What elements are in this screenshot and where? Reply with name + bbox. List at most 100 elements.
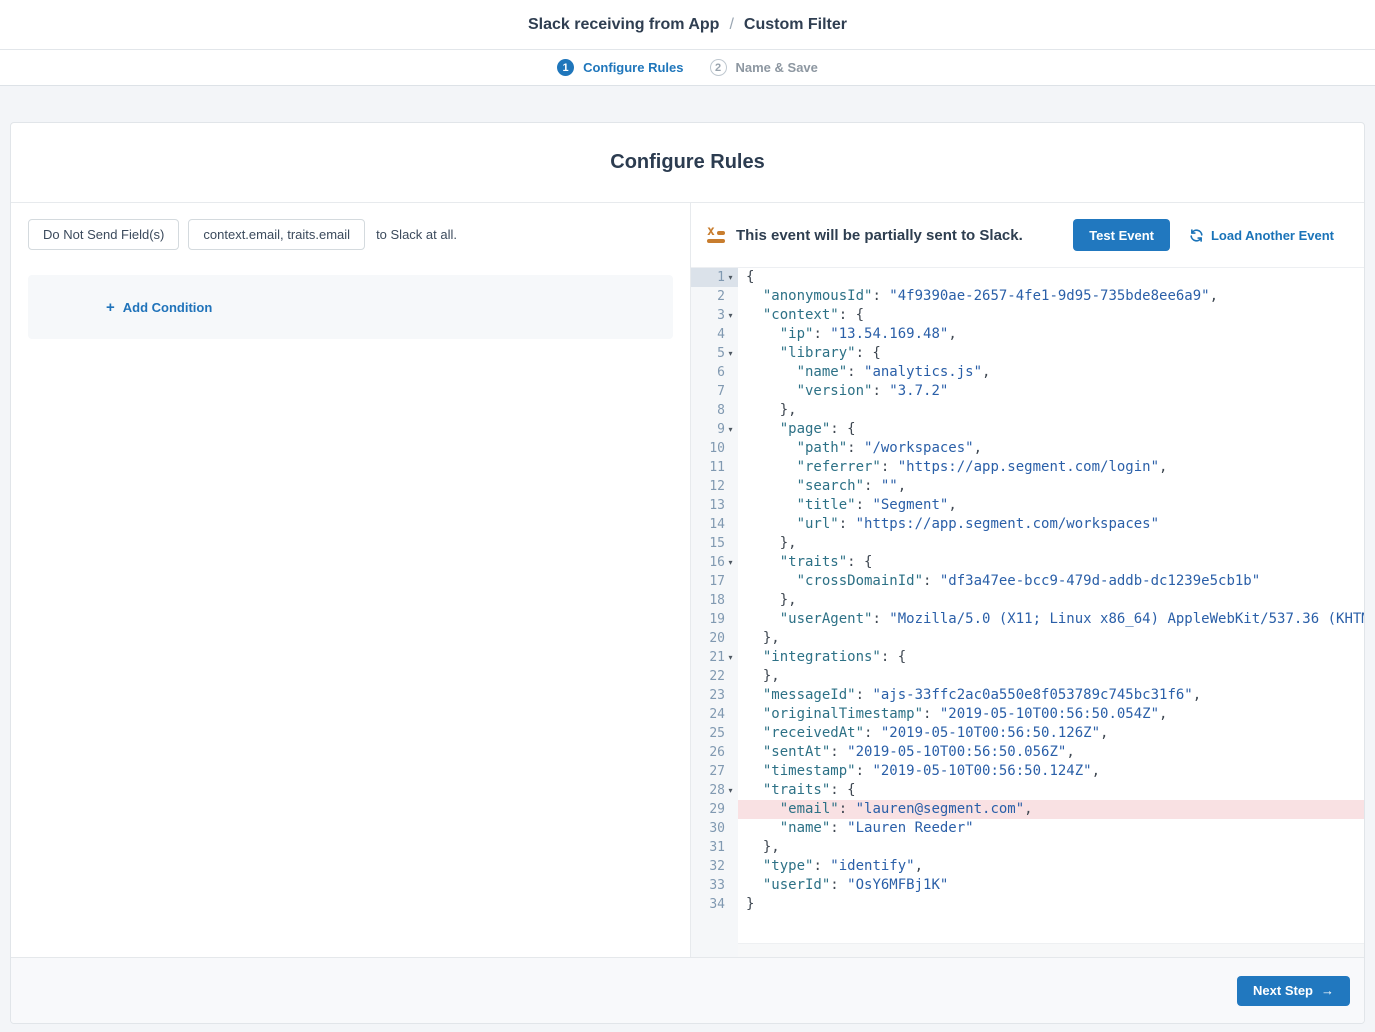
code-line-30[interactable]: 30 "name": "Lauren Reeder": [691, 819, 1364, 838]
fold-toggle-icon[interactable]: ▾: [725, 781, 736, 800]
code-line-26[interactable]: 26 "sentAt": "2019-05-10T00:56:50.056Z",: [691, 743, 1364, 762]
gutter-cell[interactable]: 13: [691, 496, 738, 515]
gutter-cell[interactable]: 10: [691, 439, 738, 458]
code-line-3[interactable]: 3▾ "context": {: [691, 306, 1364, 325]
code-line-1[interactable]: 1▾{: [691, 268, 1364, 287]
code-text[interactable]: },: [738, 667, 1364, 686]
code-text[interactable]: "email": "lauren@segment.com",: [738, 800, 1364, 819]
gutter-cell[interactable]: 17: [691, 572, 738, 591]
code-line-16[interactable]: 16▾ "traits": {: [691, 553, 1364, 572]
fold-toggle-icon[interactable]: ▾: [725, 268, 736, 287]
code-text[interactable]: "path": "/workspaces",: [738, 439, 1364, 458]
code-text[interactable]: "userAgent": "Mozilla/5.0 (X11; Linux x8…: [738, 610, 1364, 629]
code-line-13[interactable]: 13 "title": "Segment",: [691, 496, 1364, 515]
code-text[interactable]: "referrer": "https://app.segment.com/log…: [738, 458, 1364, 477]
code-line-17[interactable]: 17 "crossDomainId": "df3a47ee-bcc9-479d-…: [691, 572, 1364, 591]
code-line-15[interactable]: 15 },: [691, 534, 1364, 553]
gutter-cell[interactable]: 8: [691, 401, 738, 420]
code-text[interactable]: "userId": "OsY6MFBj1K": [738, 876, 1364, 895]
code-text[interactable]: "integrations": {: [738, 648, 1364, 667]
code-line-27[interactable]: 27 "timestamp": "2019-05-10T00:56:50.124…: [691, 762, 1364, 781]
code-line-2[interactable]: 2 "anonymousId": "4f9390ae-2657-4fe1-9d9…: [691, 287, 1364, 306]
gutter-cell[interactable]: 2: [691, 287, 738, 306]
gutter-cell[interactable]: 28▾: [691, 781, 738, 800]
gutter-cell[interactable]: 34: [691, 895, 738, 914]
code-line-12[interactable]: 12 "search": "",: [691, 477, 1364, 496]
code-line-34[interactable]: 34}: [691, 895, 1364, 914]
gutter-cell[interactable]: 27: [691, 762, 738, 781]
code-text[interactable]: "messageId": "ajs-33ffc2ac0a550e8f053789…: [738, 686, 1364, 705]
code-text[interactable]: "name": "Lauren Reeder": [738, 819, 1364, 838]
code-line-14[interactable]: 14 "url": "https://app.segment.com/works…: [691, 515, 1364, 534]
code-text[interactable]: "type": "identify",: [738, 857, 1364, 876]
step-configure-rules[interactable]: 1 Configure Rules: [557, 59, 683, 76]
code-text[interactable]: "crossDomainId": "df3a47ee-bcc9-479d-add…: [738, 572, 1364, 591]
code-text[interactable]: },: [738, 629, 1364, 648]
gutter-cell[interactable]: 20: [691, 629, 738, 648]
test-event-button[interactable]: Test Event: [1073, 219, 1170, 251]
gutter-cell[interactable]: 15: [691, 534, 738, 553]
gutter-cell[interactable]: 31: [691, 838, 738, 857]
rule-type-button[interactable]: Do Not Send Field(s): [28, 219, 179, 250]
gutter-cell[interactable]: 24: [691, 705, 738, 724]
code-line-5[interactable]: 5▾ "library": {: [691, 344, 1364, 363]
fold-toggle-icon[interactable]: ▾: [725, 306, 736, 325]
code-line-9[interactable]: 9▾ "page": {: [691, 420, 1364, 439]
code-text[interactable]: "sentAt": "2019-05-10T00:56:50.056Z",: [738, 743, 1364, 762]
gutter-cell[interactable]: 33: [691, 876, 738, 895]
step-name-save[interactable]: 2 Name & Save: [710, 59, 818, 76]
code-line-6[interactable]: 6 "name": "analytics.js",: [691, 363, 1364, 382]
code-text[interactable]: "ip": "13.54.169.48",: [738, 325, 1364, 344]
code-line-10[interactable]: 10 "path": "/workspaces",: [691, 439, 1364, 458]
gutter-cell[interactable]: 3▾: [691, 306, 738, 325]
code-text[interactable]: "name": "analytics.js",: [738, 363, 1364, 382]
code-line-33[interactable]: 33 "userId": "OsY6MFBj1K": [691, 876, 1364, 895]
code-line-21[interactable]: 21▾ "integrations": {: [691, 648, 1364, 667]
code-text[interactable]: "traits": {: [738, 781, 1364, 800]
gutter-cell[interactable]: 25: [691, 724, 738, 743]
editor-horizontal-scrollbar[interactable]: [738, 943, 1364, 957]
gutter-cell[interactable]: 19: [691, 610, 738, 629]
gutter-cell[interactable]: 30: [691, 819, 738, 838]
code-line-29[interactable]: 29 "email": "lauren@segment.com",: [691, 800, 1364, 819]
gutter-cell[interactable]: 1▾: [691, 268, 738, 287]
breadcrumb-source[interactable]: Slack receiving from App: [528, 16, 719, 34]
code-line-20[interactable]: 20 },: [691, 629, 1364, 648]
code-text[interactable]: },: [738, 401, 1364, 420]
add-condition-button[interactable]: + Add Condition: [106, 300, 212, 315]
fold-toggle-icon[interactable]: ▾: [725, 648, 736, 667]
code-line-11[interactable]: 11 "referrer": "https://app.segment.com/…: [691, 458, 1364, 477]
gutter-cell[interactable]: 29: [691, 800, 738, 819]
code-text[interactable]: "anonymousId": "4f9390ae-2657-4fe1-9d95-…: [738, 287, 1364, 306]
code-text[interactable]: "title": "Segment",: [738, 496, 1364, 515]
fold-toggle-icon[interactable]: ▾: [725, 344, 736, 363]
code-text[interactable]: "url": "https://app.segment.com/workspac…: [738, 515, 1364, 534]
code-line-22[interactable]: 22 },: [691, 667, 1364, 686]
code-text[interactable]: "page": {: [738, 420, 1364, 439]
code-text[interactable]: },: [738, 534, 1364, 553]
gutter-cell[interactable]: 26: [691, 743, 738, 762]
code-line-7[interactable]: 7 "version": "3.7.2": [691, 382, 1364, 401]
code-line-24[interactable]: 24 "originalTimestamp": "2019-05-10T00:5…: [691, 705, 1364, 724]
code-text[interactable]: "version": "3.7.2": [738, 382, 1364, 401]
gutter-cell[interactable]: 16▾: [691, 553, 738, 572]
code-line-4[interactable]: 4 "ip": "13.54.169.48",: [691, 325, 1364, 344]
code-text[interactable]: "library": {: [738, 344, 1364, 363]
code-text[interactable]: "originalTimestamp": "2019-05-10T00:56:5…: [738, 705, 1364, 724]
gutter-cell[interactable]: 9▾: [691, 420, 738, 439]
gutter-cell[interactable]: 22: [691, 667, 738, 686]
code-line-31[interactable]: 31 },: [691, 838, 1364, 857]
next-step-button[interactable]: Next Step →: [1237, 976, 1350, 1006]
gutter-cell[interactable]: 6: [691, 363, 738, 382]
fold-toggle-icon[interactable]: ▾: [725, 553, 736, 572]
code-text[interactable]: "search": "",: [738, 477, 1364, 496]
code-line-19[interactable]: 19 "userAgent": "Mozilla/5.0 (X11; Linux…: [691, 610, 1364, 629]
code-line-23[interactable]: 23 "messageId": "ajs-33ffc2ac0a550e8f053…: [691, 686, 1364, 705]
gutter-cell[interactable]: 32: [691, 857, 738, 876]
gutter-cell[interactable]: 12: [691, 477, 738, 496]
gutter-cell[interactable]: 4: [691, 325, 738, 344]
json-editor[interactable]: 1▾{2 "anonymousId": "4f9390ae-2657-4fe1-…: [691, 267, 1364, 957]
gutter-cell[interactable]: 11: [691, 458, 738, 477]
gutter-cell[interactable]: 18: [691, 591, 738, 610]
gutter-cell[interactable]: 7: [691, 382, 738, 401]
